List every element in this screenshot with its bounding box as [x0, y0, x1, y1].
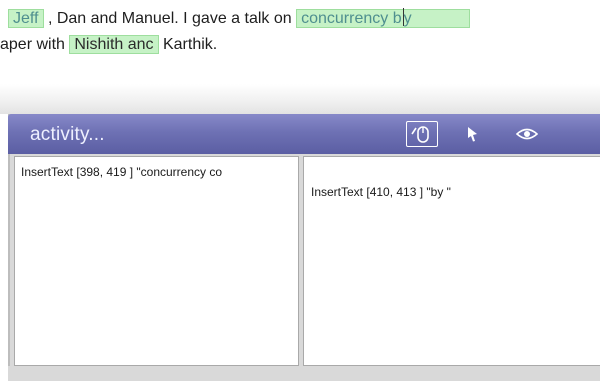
- activity-detail-entry[interactable]: InsertText [410, 413 ] "by ": [311, 185, 451, 199]
- highlight-concurrency-end: y: [403, 10, 412, 27]
- highlight-concurrency-by[interactable]: concurrency by: [296, 8, 470, 28]
- activity-log-left-pane[interactable]: InsertText [398, 419 ] "concurrency co: [14, 156, 299, 366]
- line1-text: , Dan and Manuel. I gave a talk on: [43, 10, 297, 27]
- eye-icon[interactable]: [513, 121, 541, 147]
- activity-panel-header: activity...: [8, 114, 600, 154]
- highlight-concurrency-part: concurrency b: [301, 10, 402, 27]
- pointer-icon[interactable]: [461, 121, 487, 147]
- mouse-icon[interactable]: [406, 121, 438, 147]
- activity-panel-title: activity...: [30, 124, 105, 145]
- document-text-area[interactable]: Jeff , Dan and Manuel. I gave a talk on …: [0, 0, 600, 84]
- separator-band: [0, 84, 600, 114]
- activity-log-right-pane[interactable]: InsertText [410, 413 ] "by ": [303, 156, 600, 366]
- line2-text-b: Karthik.: [158, 36, 218, 53]
- activity-log-entry[interactable]: InsertText [398, 419 ] "concurrency co: [21, 165, 222, 179]
- document-line-1: Jeff , Dan and Manuel. I gave a talk on …: [8, 8, 470, 30]
- highlight-nishith[interactable]: Nishith anc: [69, 35, 159, 54]
- document-line-2: aper with Nishith anc Karthik.: [0, 34, 217, 56]
- highlight-name-jeff[interactable]: Jeff: [8, 9, 44, 28]
- line2-text-a: aper with: [0, 36, 70, 53]
- panel-bottom-strip: [8, 366, 600, 381]
